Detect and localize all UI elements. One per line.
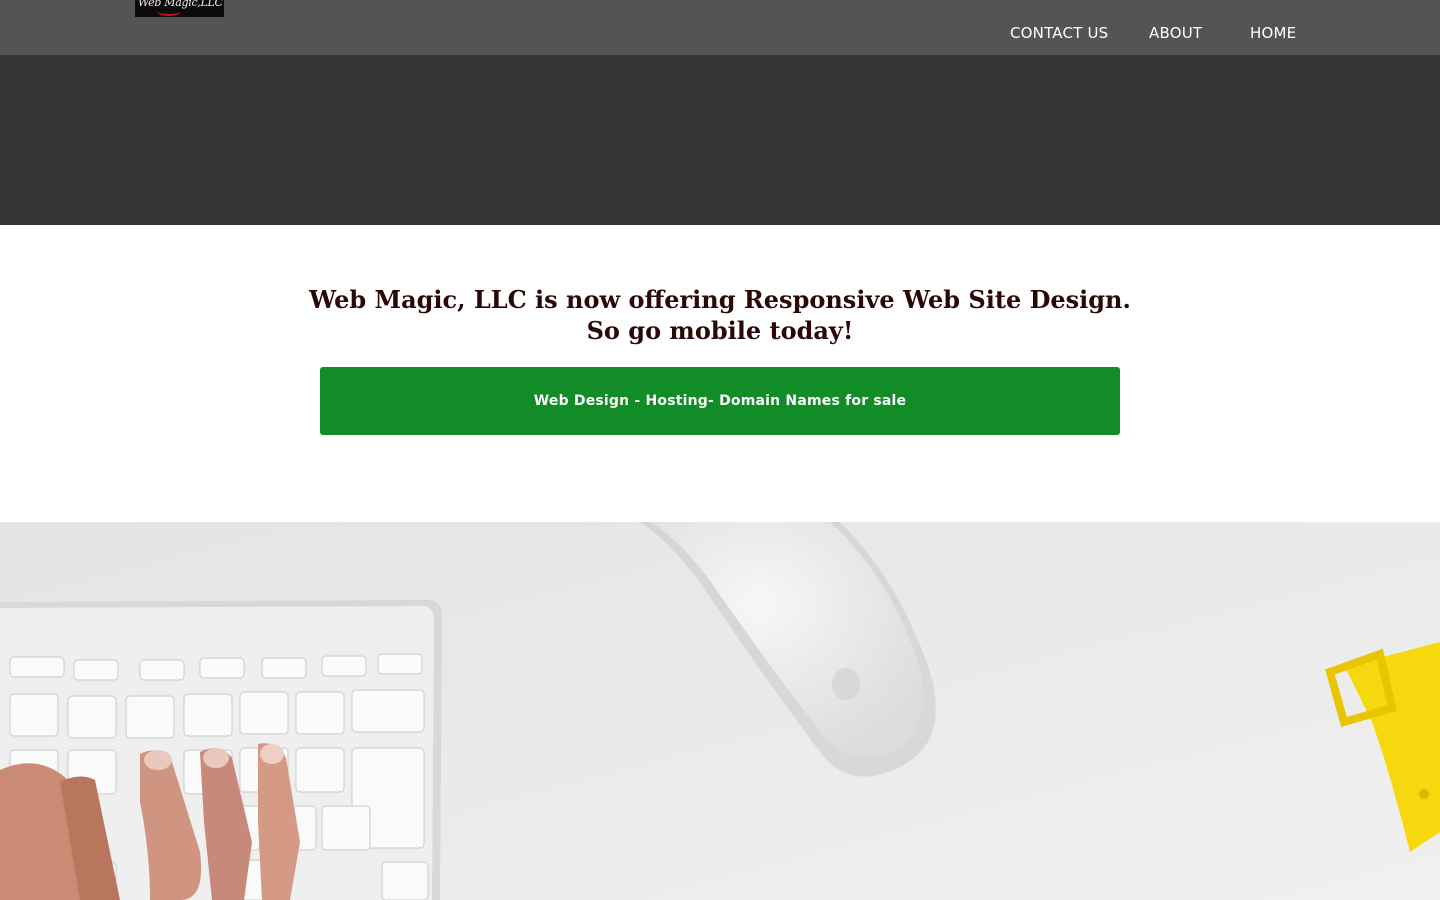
logo-swoosh-icon [157,6,181,16]
page-headline: Web Magic, LLC is now offering Responsiv… [309,285,1131,345]
hero-image [0,522,1440,900]
cta-label: Web Design - Hosting- Domain Names for s… [533,393,907,409]
logo-text: Web Magic,LLC [138,0,223,9]
nav-link-home[interactable]: HOME [1250,24,1296,44]
nav-link-contact[interactable]: CONTACT US [1010,24,1108,44]
nav-link-about[interactable]: ABOUT [1149,24,1202,44]
dark-banner [0,55,1440,225]
hero-illustration [0,522,1440,900]
top-navbar: Web Magic,LLC CONTACT US ABOUT HOME [0,0,1440,55]
site-logo[interactable]: Web Magic,LLC [135,0,224,17]
services-cta-button[interactable]: Web Design - Hosting- Domain Names for s… [320,367,1120,435]
